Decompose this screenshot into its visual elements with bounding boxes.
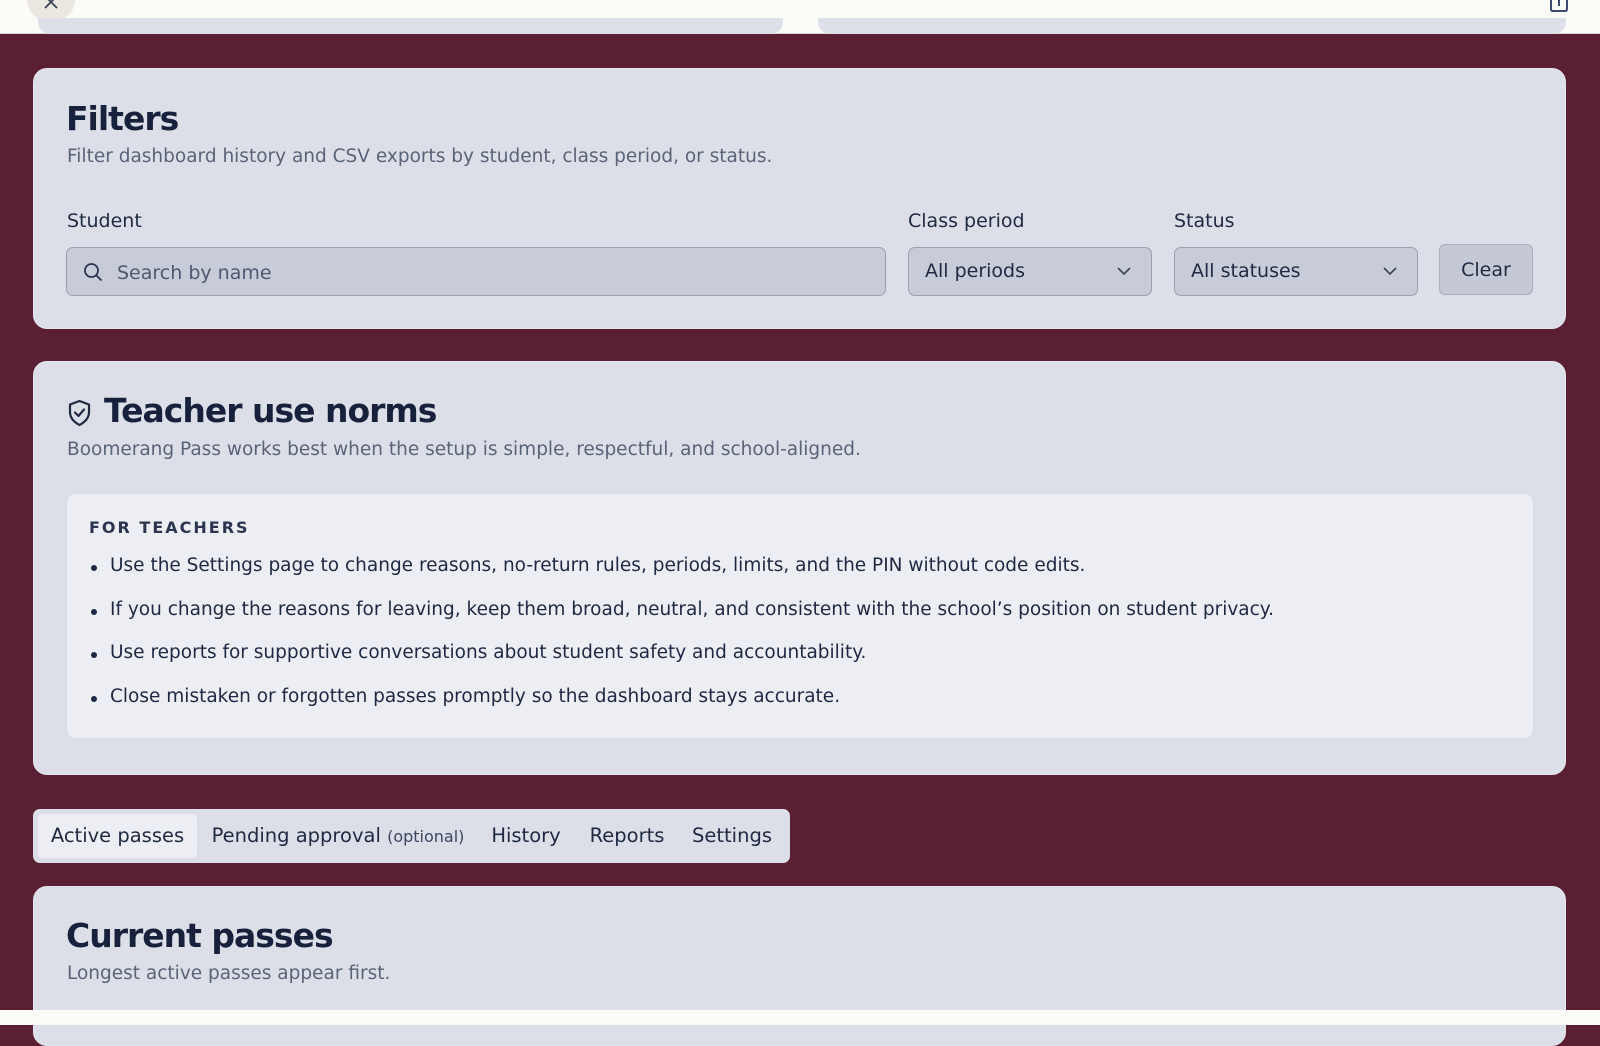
filters-subtitle: Filter dashboard history and CSV exports… bbox=[67, 146, 773, 167]
student-label: Student bbox=[67, 210, 142, 232]
status-value: All statuses bbox=[1191, 260, 1301, 282]
status-label: Status bbox=[1174, 210, 1235, 232]
chevron-down-icon bbox=[1383, 267, 1397, 276]
tab-pending-optional-note: (optional) bbox=[387, 827, 465, 846]
for-teachers-heading: FOR TEACHERS bbox=[89, 518, 250, 537]
shield-check-icon bbox=[68, 399, 91, 427]
filters-card: Filters Filter dashboard history and CSV… bbox=[33, 68, 1566, 329]
tab-pending-approval-label: Pending approval bbox=[211, 824, 381, 847]
student-search-field[interactable] bbox=[66, 247, 886, 297]
student-search-input[interactable] bbox=[115, 248, 869, 297]
previous-card-right bbox=[818, 18, 1566, 34]
class-period-select[interactable]: All periods bbox=[908, 247, 1152, 296]
previous-card-left bbox=[38, 18, 783, 34]
list-item: If you change the reasons for leaving, k… bbox=[89, 598, 1274, 642]
list-item: Close mistaken or forgotten passes promp… bbox=[89, 685, 1274, 729]
tab-settings-label: Settings bbox=[692, 824, 772, 847]
tab-active-passes[interactable]: Active passes bbox=[38, 814, 197, 858]
tab-reports-label: Reports bbox=[589, 824, 665, 847]
teacher-norms-card: Teacher use norms Boomerang Pass works b… bbox=[33, 361, 1566, 775]
tab-history[interactable]: History bbox=[479, 814, 573, 858]
current-passes-title: Current passes bbox=[66, 916, 334, 955]
status-select[interactable]: All statuses bbox=[1174, 247, 1418, 296]
for-teachers-box: FOR TEACHERS Use the Settings page to ch… bbox=[66, 493, 1534, 739]
norms-list: Use the Settings page to change reasons,… bbox=[89, 554, 1274, 728]
tab-pending-approval[interactable]: Pending approval (optional) bbox=[203, 814, 473, 858]
norms-title: Teacher use norms bbox=[104, 391, 437, 430]
current-passes-subtitle: Longest active passes appear first. bbox=[67, 963, 391, 984]
share-icon[interactable] bbox=[1549, 0, 1569, 12]
filters-title: Filters bbox=[66, 99, 179, 138]
class-period-value: All periods bbox=[925, 260, 1026, 282]
norms-subtitle: Boomerang Pass works best when the setup… bbox=[67, 439, 861, 460]
list-item: Use the Settings page to change reasons,… bbox=[89, 554, 1274, 598]
search-icon bbox=[84, 263, 103, 282]
tab-settings[interactable]: Settings bbox=[681, 814, 783, 858]
class-period-label: Class period bbox=[908, 210, 1025, 232]
tab-history-label: History bbox=[491, 824, 561, 847]
tab-reports[interactable]: Reports bbox=[579, 814, 675, 858]
chevron-down-icon bbox=[1117, 267, 1131, 276]
tab-bar: Active passes Pending approval (optional… bbox=[33, 809, 790, 863]
list-item: Use reports for supportive conversations… bbox=[89, 641, 1274, 685]
close-icon bbox=[44, 0, 58, 9]
bottom-bar bbox=[0, 1010, 1600, 1025]
tab-active-passes-label: Active passes bbox=[50, 824, 185, 847]
clear-filters-button[interactable]: Clear bbox=[1439, 244, 1533, 295]
